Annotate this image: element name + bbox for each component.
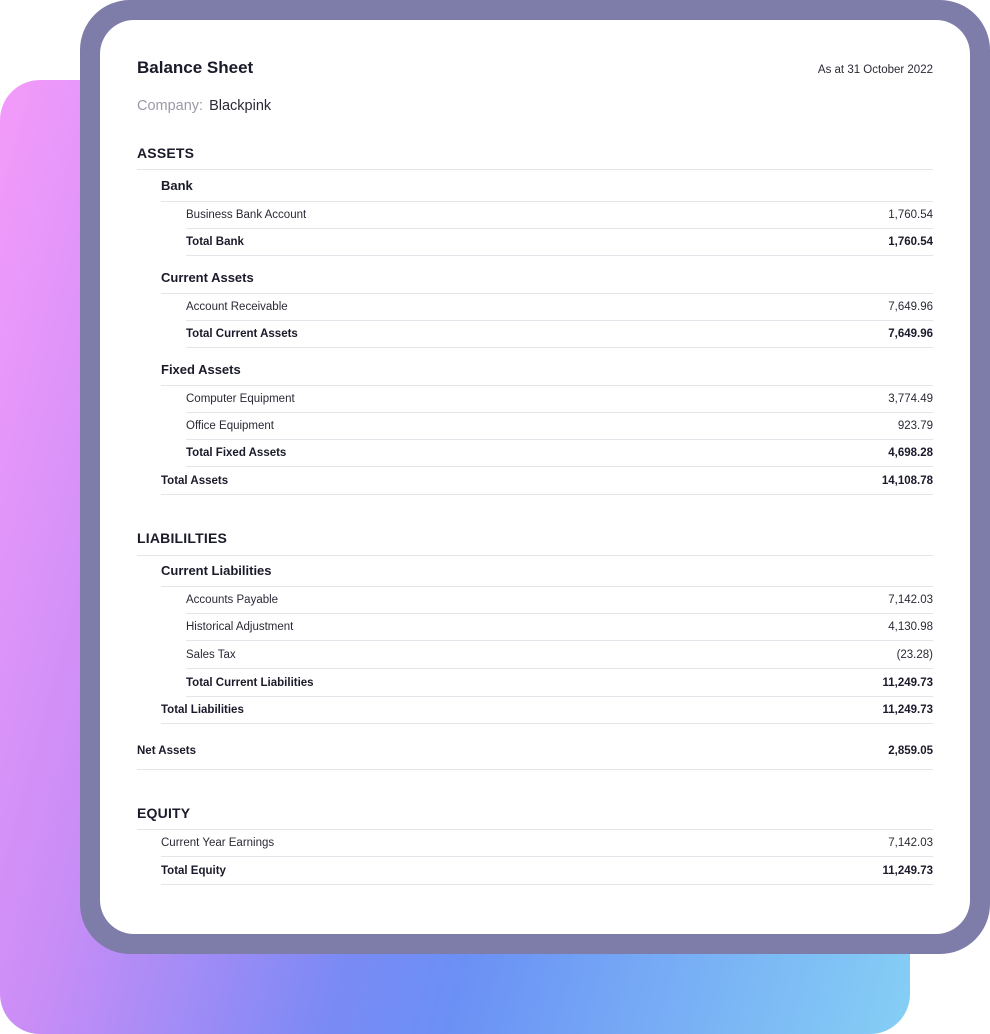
- divider: [137, 555, 933, 556]
- fixed-assets-heading: Fixed Assets: [161, 362, 241, 377]
- row-amount: 3,774.49: [888, 393, 933, 405]
- liabilities-heading: LIABILILTIES: [137, 530, 228, 546]
- current-liabilities-heading: Current Liabilities: [161, 563, 272, 578]
- row-label: Total Current Assets: [186, 328, 298, 340]
- total-row: Total Fixed Assets 4,698.28: [186, 440, 933, 467]
- row-label: Computer Equipment: [186, 393, 295, 405]
- table-row: Computer Equipment 3,774.49: [186, 386, 933, 413]
- row-label: Business Bank Account: [186, 209, 307, 221]
- total-row: Total Assets 14,108.78: [161, 468, 933, 495]
- row-amount: 11,249.73: [882, 677, 933, 689]
- row-amount: 1,760.54: [888, 209, 933, 221]
- row-amount: 2,859.05: [888, 744, 933, 757]
- row-label: Total Assets: [161, 475, 229, 487]
- company-line: Company: Blackpink: [137, 98, 271, 114]
- total-row: Total Bank 1,760.54: [186, 229, 933, 256]
- row-label: Total Bank: [186, 236, 244, 248]
- divider: [137, 169, 933, 170]
- row-label: Total Current Liabilities: [186, 677, 314, 689]
- table-row: Office Equipment 923.79: [186, 413, 933, 440]
- net-assets-row: Net Assets 2,859.05: [137, 732, 933, 770]
- table-row: Current Year Earnings 7,142.03: [161, 830, 933, 857]
- row-amount: 4,698.28: [888, 447, 933, 459]
- row-amount: 1,760.54: [888, 236, 933, 248]
- row-label: Accounts Payable: [186, 594, 279, 606]
- bank-heading: Bank: [161, 178, 193, 193]
- row-amount: 14,108.78: [881, 475, 933, 487]
- table-row: Business Bank Account 1,760.54: [186, 202, 933, 229]
- table-row: Historical Adjustment 4,130.98: [186, 614, 933, 641]
- equity-heading: EQUITY: [137, 805, 191, 821]
- row-amount: (23.28): [896, 649, 933, 661]
- table-row: Account Receivable 7,649.96: [186, 294, 933, 321]
- total-row: Total Current Assets 7,649.96: [186, 321, 933, 348]
- total-row: Total Current Liabilities 11,249.73: [186, 670, 933, 697]
- row-label: Office Equipment: [186, 420, 275, 432]
- company-label: Company:: [137, 98, 204, 114]
- row-label: Total Fixed Assets: [186, 447, 287, 459]
- row-label: Total Equity: [161, 865, 226, 877]
- row-label: Total Liabilities: [161, 704, 244, 716]
- row-label: Net Assets: [137, 744, 197, 757]
- row-label: Current Year Earnings: [161, 837, 275, 849]
- table-row: Accounts Payable 7,142.03: [186, 587, 933, 614]
- row-label: Sales Tax: [186, 649, 236, 661]
- row-amount: 923.79: [897, 420, 933, 432]
- page-title: Balance Sheet: [137, 58, 254, 77]
- company-name: Blackpink: [209, 98, 272, 114]
- row-amount: 7,649.96: [888, 328, 933, 340]
- row-label: Historical Adjustment: [186, 621, 294, 633]
- current-assets-heading: Current Assets: [161, 270, 254, 285]
- row-amount: 11,249.73: [882, 865, 933, 877]
- row-amount: 7,649.96: [888, 301, 933, 313]
- total-row: Total Equity 11,249.73: [161, 858, 933, 885]
- row-amount: 7,142.03: [888, 594, 933, 606]
- row-amount: 11,249.73: [882, 704, 933, 716]
- row-amount: 7,142.03: [888, 837, 933, 849]
- report-date: As at 31 October 2022: [817, 64, 933, 76]
- row-amount: 4,130.98: [888, 621, 933, 633]
- row-label: Account Receivable: [186, 301, 288, 313]
- assets-heading: ASSETS: [137, 145, 195, 161]
- total-row: Total Liabilities 11,249.73: [161, 697, 933, 724]
- table-row: Sales Tax (23.28): [186, 642, 933, 669]
